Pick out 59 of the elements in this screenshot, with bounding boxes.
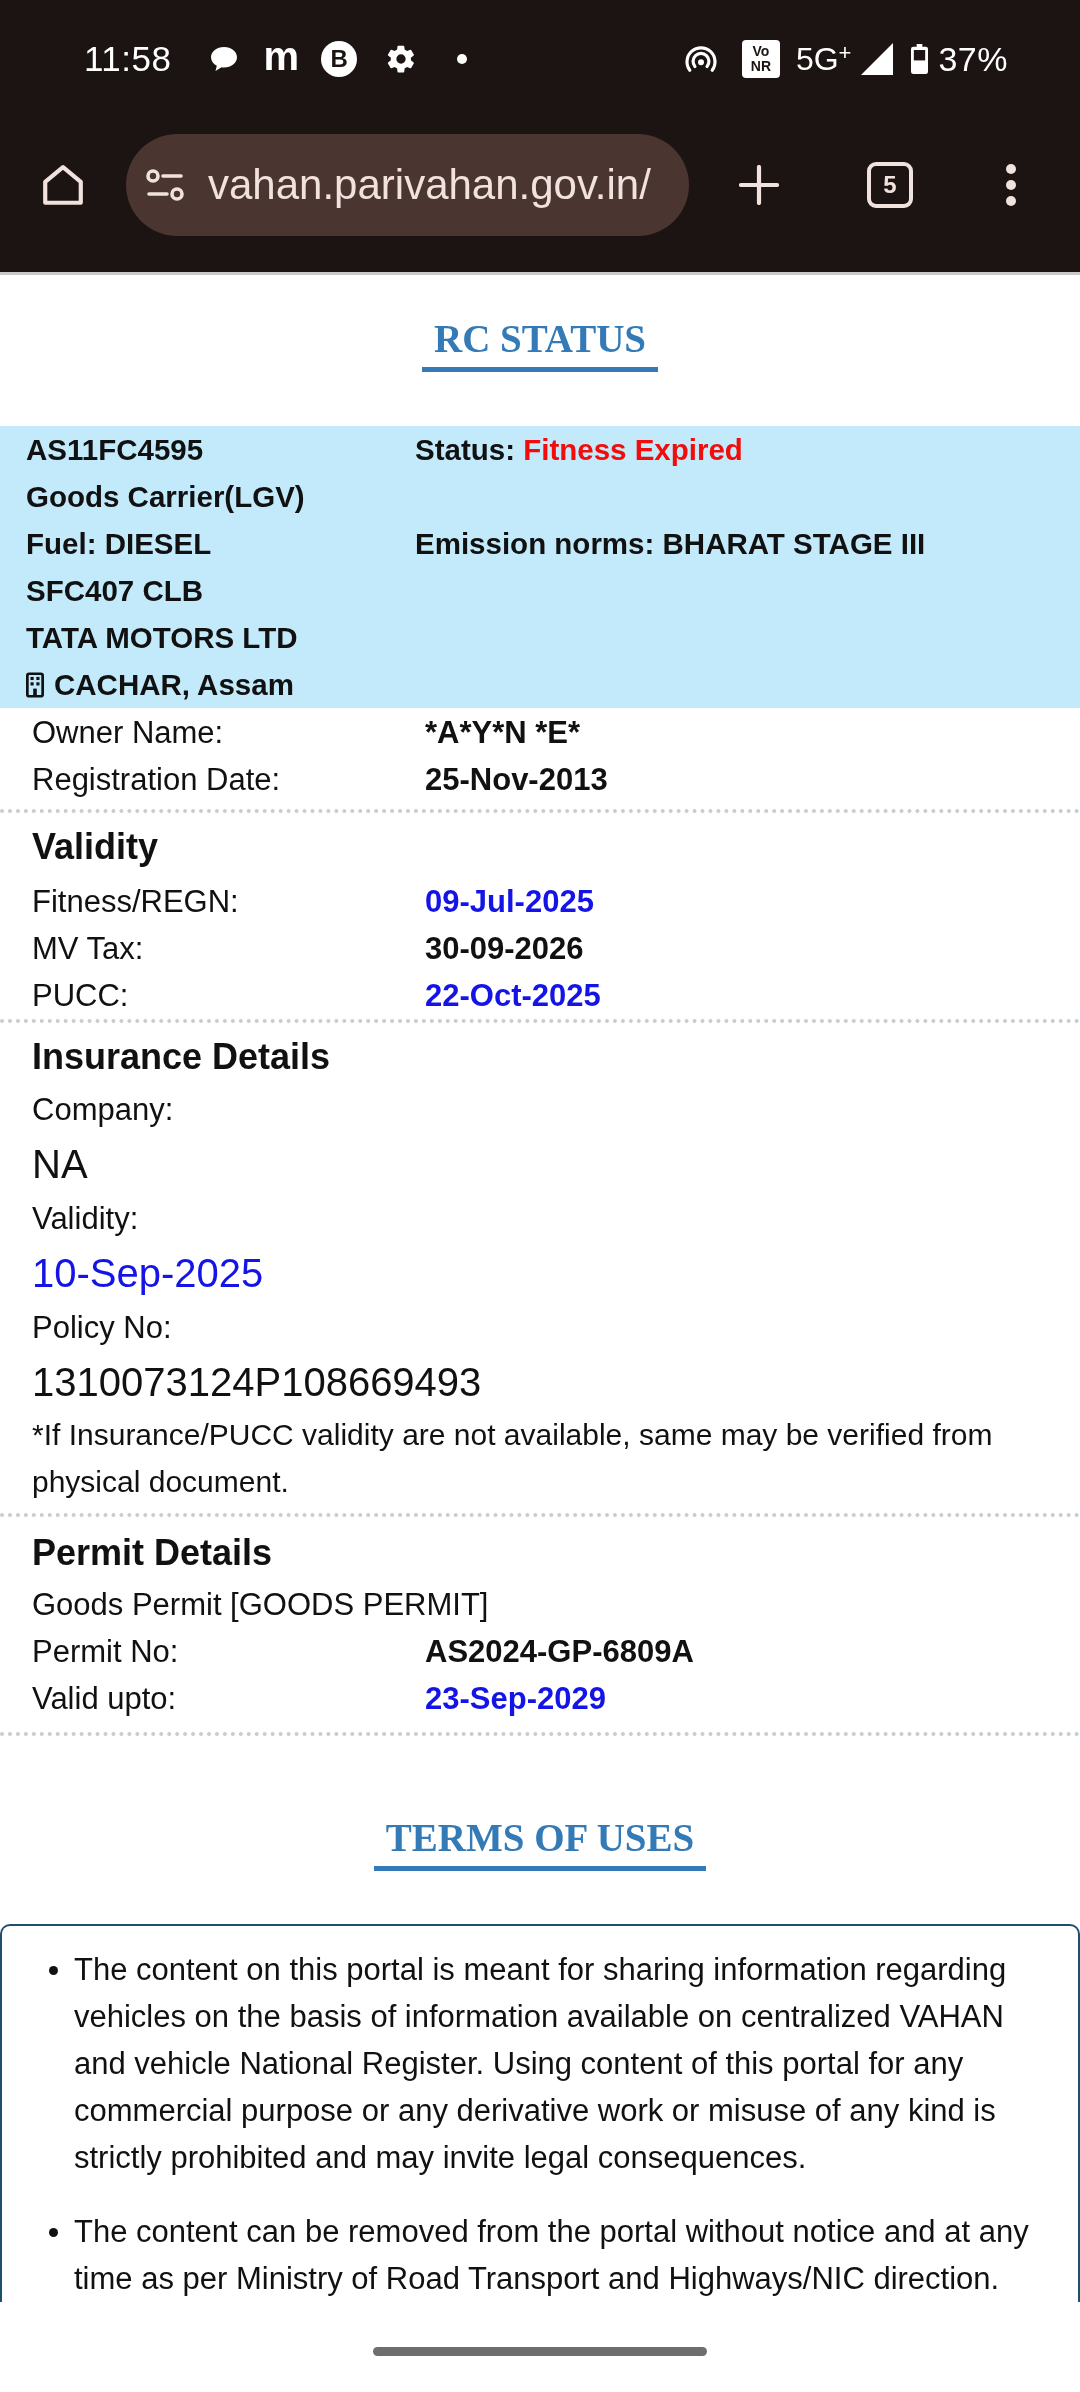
field-value: 25-Nov-2013: [425, 761, 608, 798]
field-label: Permit No:: [32, 1633, 179, 1670]
permit-type: Goods Permit [GOODS PERMIT]: [32, 1586, 489, 1624]
section-heading: Insurance Details: [32, 1035, 331, 1079]
building-icon: [26, 671, 44, 698]
battery-icon: [911, 43, 929, 75]
network-type-text: 5G$^{+}$: [795, 40, 852, 78]
field-value: NA: [32, 1141, 88, 1188]
terms-heading: TERMS OF USES: [373, 1818, 707, 1871]
address-bar[interactable]: vahan.parivahan.gov.in/: [126, 134, 689, 236]
page-title: RC STATUS: [422, 319, 658, 372]
vehicle-model: SFC407 CLB: [26, 573, 205, 608]
terms-paragraph: The content on this portal is meant for sharing information regarding vehicles on the basis of information available on centralized VAHAN and vehicle National Register. Using content of this portal for any commercial purpose or any derivative work or misuse of any kind is strictly prohibited and may invite legal consequences.: [74, 1951, 1008, 2177]
vehicle-maker: TATA MOTORS LTD: [26, 620, 299, 655]
bullet-icon: [49, 2228, 58, 2237]
app-letter-icon-text: m: [263, 38, 300, 80]
field-label: Registration Date:: [32, 761, 281, 798]
app-logo-badge: B: [321, 41, 358, 77]
bullet-icon: [49, 1966, 58, 1975]
home-icon[interactable]: [40, 162, 86, 208]
insurance-note: *If Insurance/PUCC validity are not available, same may be verified from physical document.: [32, 1417, 994, 1500]
field-label: Valid upto:: [32, 1680, 177, 1717]
field-value: AS2024-GP-6809A: [425, 1633, 694, 1670]
status-text: Status: Fitness Expired: [415, 432, 744, 467]
site-settings-icon[interactable]: [146, 168, 184, 202]
url-text: vahan.parivahan.gov.in/: [208, 161, 651, 209]
section-heading: Validity: [32, 825, 159, 869]
registration-number: AS11FC4595: [26, 432, 205, 467]
registering-office: CACHAR, Assam: [54, 667, 294, 702]
new-tab-plus-icon[interactable]: [739, 165, 779, 205]
emission-norms: Emission norms: BHARAT STAGE III: [415, 526, 927, 561]
section-heading: Permit Details: [32, 1531, 273, 1575]
more-menu-icon[interactable]: [1005, 163, 1017, 207]
field-label: Validity:: [32, 1200, 139, 1238]
field-value: 10-Sep-2025: [32, 1250, 264, 1297]
cell-signal-icon: [861, 43, 894, 75]
field-value: 30-09-2026: [425, 930, 584, 967]
network-type-badge: Vo NR: [741, 40, 780, 78]
field-value: *A*Y*N *E*: [425, 714, 581, 751]
chat-bubble-icon: [209, 46, 238, 72]
field-value: 09-Jul-2025: [425, 883, 594, 920]
gesture-handle[interactable]: [373, 2347, 707, 2356]
vehicle-class: Goods Carrier(LGV): [26, 479, 306, 514]
field-label: Policy No:: [32, 1309, 172, 1347]
field-label: Owner Name:: [32, 714, 224, 751]
field-label: MV Tax:: [32, 930, 144, 967]
field-value: 1310073124P108669493: [32, 1359, 482, 1406]
more-notifications-dot-icon: [457, 54, 468, 64]
field-label: PUCC:: [32, 977, 129, 1014]
field-label: Fitness/REGN:: [32, 883, 239, 920]
tab-switcher-button[interactable]: 5: [867, 162, 913, 208]
battery-percentage: 37%: [938, 39, 1008, 79]
fuel-type: Fuel: DIESEL: [26, 526, 213, 561]
field-label: Company:: [32, 1091, 174, 1129]
clock-time: 11:58: [84, 39, 172, 79]
field-value: 22-Oct-2025: [425, 977, 601, 1014]
field-value: 23-Sep-2029: [425, 1680, 606, 1717]
hotspot-icon: [683, 45, 718, 73]
terms-paragraph: The content can be removed from the portal without notice and at any time as per Ministry of Road Transport and Highways/NIC direction.: [74, 2213, 1030, 2298]
